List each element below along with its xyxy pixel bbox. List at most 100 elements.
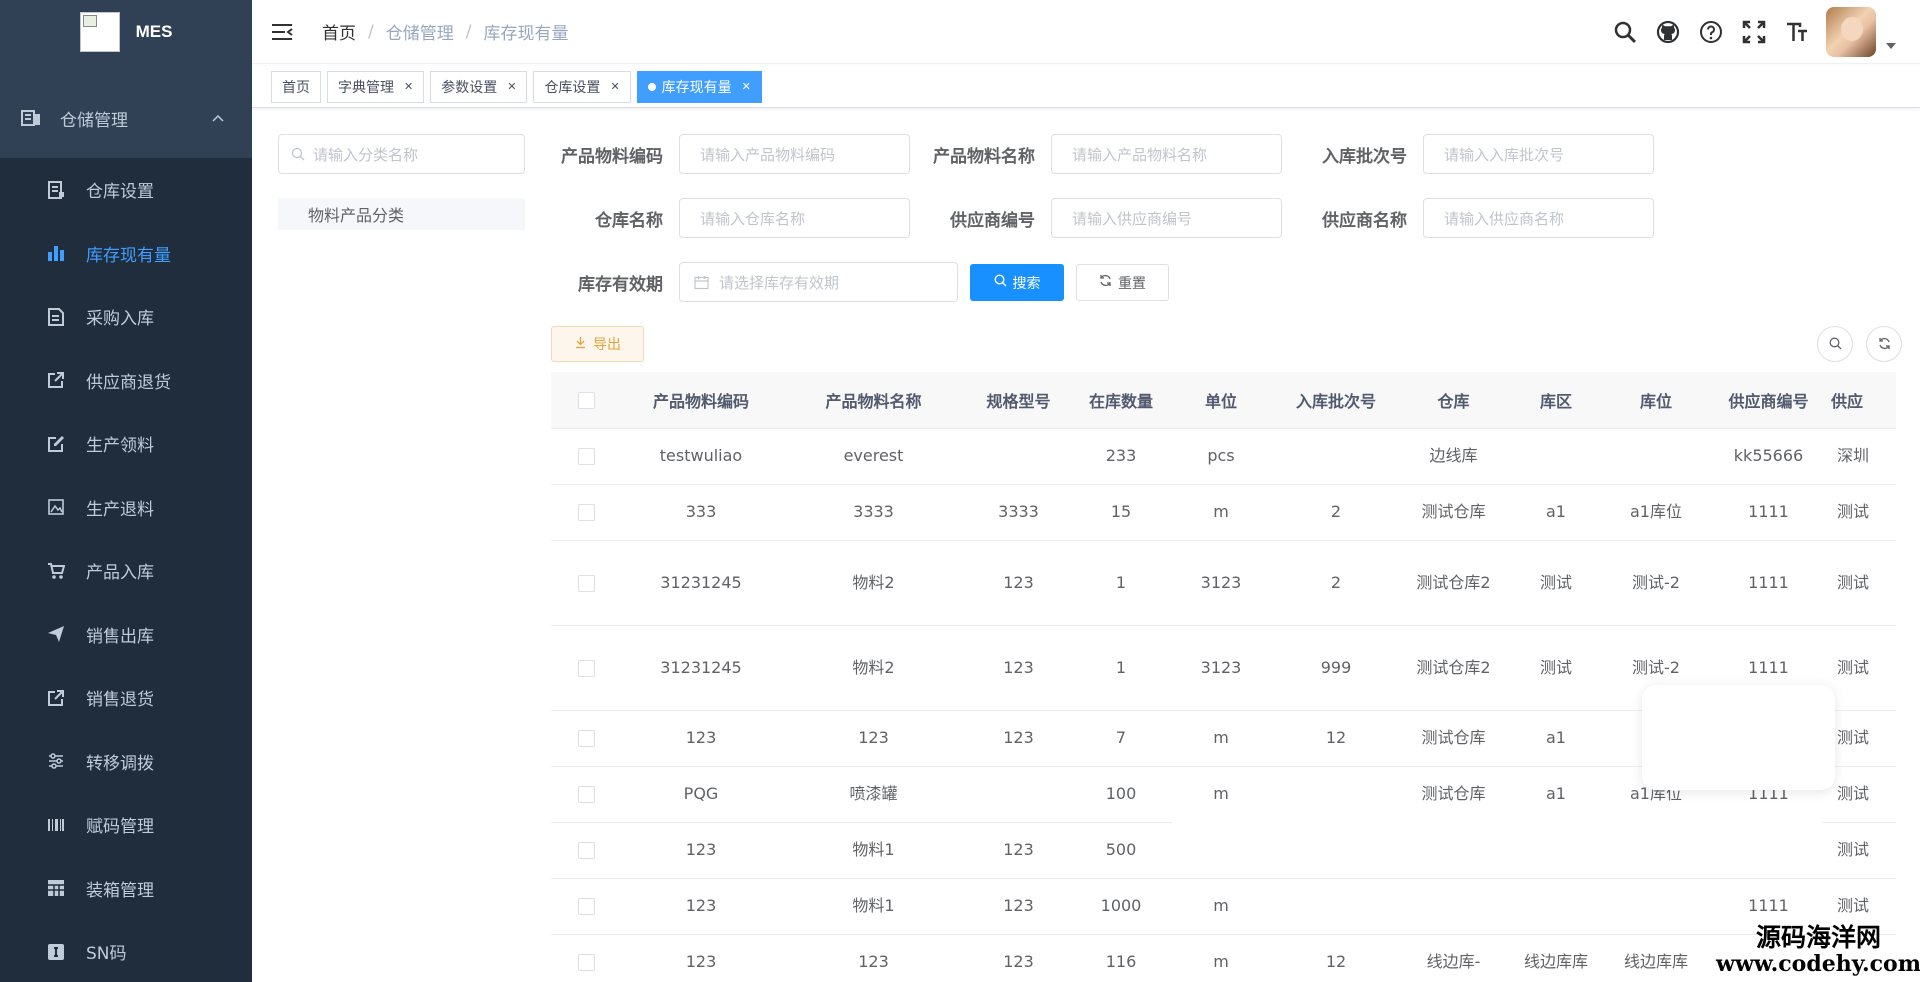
tree-node-root[interactable]: 物料产品分类 <box>278 198 525 230</box>
logo[interactable]: MES <box>0 0 252 64</box>
navbar-right <box>1603 0 1920 64</box>
menu-warehouse-management[interactable]: 仓储管理 <box>0 78 252 158</box>
table-header: 产品物料名称 <box>781 372 966 429</box>
row-checkbox[interactable] <box>577 842 595 860</box>
expire-label: 库存有效期 <box>578 274 663 295</box>
help-icon[interactable] <box>1689 12 1732 52</box>
table-row[interactable]: 333 3333 3333 15 m 2 测试仓库 a1 a1库位 1111 测试 <box>551 484 1896 541</box>
category-search-input[interactable]: 请输入分类名称 <box>278 134 525 174</box>
breadcrumb-home[interactable]: 首页 <box>322 19 356 44</box>
vendor-name-label: 供应商名称 <box>1322 210 1407 231</box>
table-row[interactable]: testwuliao everest 233 pcs 边线库 kk55666 深圳 <box>551 428 1896 485</box>
table-cell: 3333 <box>966 484 1071 541</box>
item-code-label: 产品物料编码 <box>561 146 663 167</box>
edit-icon <box>46 434 66 454</box>
sidebar-item-sales-out[interactable]: 销售出库 <box>0 603 252 667</box>
sidebar-item-purchase-in[interactable]: 采购入库 <box>0 285 252 349</box>
sidebar-item-label: 赋码管理 <box>86 817 154 838</box>
tag-label: 首页 <box>282 79 310 96</box>
sidebar-item-product-in[interactable]: 产品入库 <box>0 539 252 603</box>
close-icon[interactable]: ✕ <box>742 80 751 93</box>
table-cell: 2 <box>1271 484 1401 541</box>
expire-date-picker[interactable]: 请选择库存有效期 <box>679 262 958 302</box>
tag-params[interactable]: 参数设置 ✕ <box>430 70 528 103</box>
tag-inventory[interactable]: 库存现有量 ✕ <box>636 70 762 103</box>
row-checkbox[interactable] <box>577 730 595 748</box>
table-cell: 12 <box>1271 710 1401 767</box>
sidebar-item-barcode[interactable]: 赋码管理 <box>0 793 252 857</box>
sidebar-item-material-return[interactable]: 生产退料 <box>0 476 252 540</box>
table-header-row: 产品物料编码 产品物料名称 规格型号 在库数量 单位 入库批次号 仓库 库区 库… <box>551 372 1896 429</box>
hamburger-icon[interactable] <box>272 20 296 44</box>
row-checkbox[interactable] <box>577 659 595 677</box>
table-cell: 测试 <box>1831 822 1896 879</box>
tag-dictionary[interactable]: 字典管理 ✕ <box>327 70 425 103</box>
sidebar-item-label: 产品入库 <box>86 563 154 584</box>
sidebar-item-label: 生产退料 <box>86 499 154 520</box>
refresh-table-button[interactable] <box>1866 326 1902 362</box>
item-name-input[interactable]: 请输入产品物料名称 <box>1051 134 1282 174</box>
search-icon[interactable] <box>1603 12 1646 52</box>
batch-label: 入库批次号 <box>1322 146 1407 167</box>
table-cell: 测试仓库 <box>1401 484 1506 541</box>
table-row[interactable]: 31231245 物料2 123 1 3123 2 测试仓库2 测试 测试-2 1111 测试 <box>551 540 1896 626</box>
row-checkbox[interactable] <box>577 504 595 522</box>
sidebar-item-label: 供应商退货 <box>86 372 171 393</box>
row-checkbox[interactable] <box>577 786 595 804</box>
sidebar-item-sn-code[interactable]: SN码 <box>0 920 252 982</box>
warehouse-input[interactable]: 请输入仓库名称 <box>679 198 910 238</box>
item-code-input[interactable]: 请输入产品物料编码 <box>679 134 910 174</box>
tag-label: 仓库设置 <box>544 79 601 96</box>
export-button[interactable]: 导出 <box>551 326 644 362</box>
sidebar-item-inventory[interactable]: 库存现有量 <box>0 222 252 286</box>
row-checkbox[interactable] <box>577 898 595 916</box>
github-icon[interactable] <box>1646 12 1689 52</box>
table-row[interactable]: 123 123 123 116 m 12 线边库- 线边库库 线边库库 <box>551 934 1896 982</box>
tag-warehouse-setting[interactable]: 仓库设置 ✕ <box>533 70 631 103</box>
table-cell: 测试 <box>1831 710 1896 767</box>
select-all-checkbox[interactable] <box>577 392 595 410</box>
reset-button[interactable]: 重置 <box>1076 264 1169 301</box>
batch-input[interactable]: 请输入入库批次号 <box>1423 134 1654 174</box>
breadcrumb-level2: 仓储管理 <box>385 24 454 44</box>
fullscreen-icon[interactable] <box>1732 12 1775 52</box>
table-cell: 边线库 <box>1401 428 1506 485</box>
vendor-code-input[interactable]: 请输入供应商编号 <box>1051 198 1282 238</box>
caret-down-icon[interactable] <box>1886 41 1896 52</box>
table-cell: pcs <box>1171 428 1271 485</box>
sidebar-item-vendor-return[interactable]: 供应商退货 <box>0 349 252 413</box>
table-cell: 333 <box>621 484 781 541</box>
avatar[interactable] <box>1826 6 1876 57</box>
row-checkbox[interactable] <box>577 574 595 592</box>
sidebar: MES 仓储管理 仓库设置 库存现有量 采购入库 供应商退货 生产领料 生产退料… <box>0 0 252 982</box>
sidebar-item-label: 采购入库 <box>86 309 154 330</box>
close-icon[interactable]: ✕ <box>610 80 619 93</box>
table-header: 产品物料编码 <box>621 372 781 429</box>
bar-chart-icon <box>46 243 66 263</box>
external-link-icon <box>46 370 66 390</box>
sidebar-item-transfer[interactable]: 转移调拨 <box>0 730 252 794</box>
font-size-icon[interactable] <box>1775 12 1818 52</box>
sidebar-item-sales-return[interactable]: 销售退货 <box>0 666 252 730</box>
row-checkbox[interactable] <box>577 954 595 972</box>
sidebar-item-material-issue[interactable]: 生产领料 <box>0 412 252 476</box>
table-cell <box>1606 428 1706 485</box>
table-cell: testwuliao <box>621 428 781 485</box>
table-row[interactable]: 123 物料1 123 1000 m 1111 测试 <box>551 878 1896 935</box>
tag-home[interactable]: 首页 <box>271 70 321 103</box>
table-cell: 123 <box>621 822 781 879</box>
sidebar-item-packing[interactable]: 装箱管理 <box>0 857 252 921</box>
toggle-search-button[interactable] <box>1817 326 1853 362</box>
close-icon[interactable]: ✕ <box>507 80 516 93</box>
table-cell <box>1271 766 1401 823</box>
search-button[interactable]: 搜索 <box>970 264 1064 301</box>
close-icon[interactable]: ✕ <box>404 80 413 93</box>
table-cell: 1 <box>1071 625 1171 711</box>
sidebar-item-label: 库存现有量 <box>86 245 171 266</box>
table-cell: 3333 <box>781 484 966 541</box>
sidebar-item-warehouse-setting[interactable]: 仓库设置 <box>0 158 252 222</box>
row-checkbox[interactable] <box>577 448 595 466</box>
download-icon <box>574 336 587 353</box>
vendor-name-input[interactable]: 请输入供应商名称 <box>1423 198 1654 238</box>
table-cell: 31231245 <box>621 540 781 626</box>
